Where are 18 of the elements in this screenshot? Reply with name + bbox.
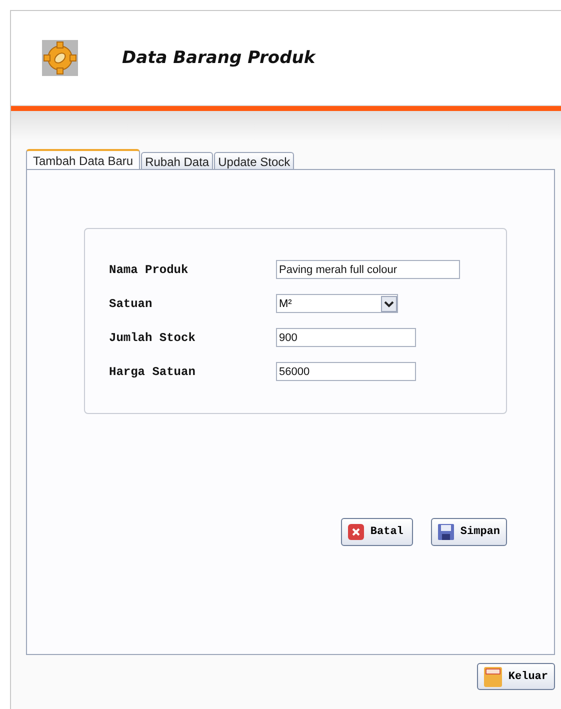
tab[interactable]: Tambah Data Baru bbox=[26, 149, 140, 170]
gear-icon bbox=[42, 40, 78, 76]
input-field[interactable]: 900 bbox=[276, 328, 416, 347]
tab[interactable]: Update Stock bbox=[214, 152, 294, 170]
field-label: Nama Produk bbox=[109, 262, 190, 276]
tab[interactable]: Rubah Data bbox=[141, 152, 214, 170]
save-button[interactable]: Simpan bbox=[431, 518, 507, 546]
field-label: Satuan bbox=[109, 296, 154, 310]
exit-button[interactable]: Keluar bbox=[477, 663, 555, 690]
input-field[interactable]: 56000 bbox=[276, 362, 416, 381]
caret-icon bbox=[381, 296, 397, 312]
window-title: Data Barang Produk bbox=[122, 48, 316, 68]
field-label: Jumlah Stock bbox=[109, 330, 196, 344]
cancel-button[interactable]: Batal bbox=[341, 518, 414, 546]
input-field[interactable]: Paving merah full colour bbox=[276, 260, 460, 279]
close-icon bbox=[348, 524, 364, 540]
field-label: Harga Satuan bbox=[109, 364, 196, 378]
dropdown[interactable]: M² bbox=[276, 294, 398, 313]
